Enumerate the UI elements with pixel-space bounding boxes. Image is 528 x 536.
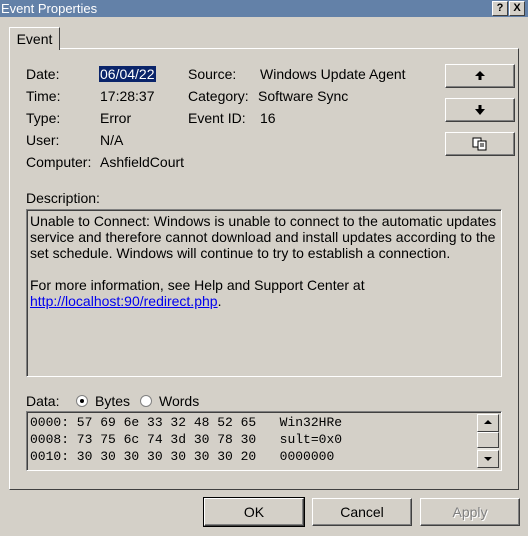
- source-value[interactable]: Windows Update Agent: [260, 66, 406, 82]
- more-info-text: For more information, see Help and Suppo…: [30, 277, 365, 293]
- arrow-down-icon: [475, 105, 485, 115]
- date-value[interactable]: 06/04/22: [99, 66, 156, 82]
- ok-button[interactable]: OK: [203, 497, 305, 527]
- next-event-button[interactable]: [445, 98, 515, 122]
- close-button[interactable]: X: [509, 1, 525, 16]
- data-line: 0008: 73 75 6c 74 3d 30 78 30 sult=0x0: [30, 432, 343, 447]
- window-title: Event Properties: [1, 1, 98, 16]
- category-value[interactable]: Software Sync: [258, 88, 348, 104]
- link-suffix: .: [217, 293, 222, 309]
- type-value[interactable]: Error: [100, 110, 131, 126]
- computer-label: Computer:: [26, 154, 92, 170]
- scroll-up-button[interactable]: [477, 414, 499, 432]
- scroll-down-button[interactable]: [477, 450, 499, 468]
- description-content: Unable to Connect: Windows is unable to …: [30, 213, 498, 309]
- category-label: Category:: [188, 88, 249, 104]
- title-bar: Event Properties ? X: [0, 0, 528, 17]
- data-label: Data:: [26, 393, 60, 409]
- user-label: User:: [26, 132, 60, 148]
- description-label: Description:: [26, 190, 100, 206]
- type-label: Type:: [26, 110, 61, 126]
- time-label: Time:: [26, 88, 61, 104]
- data-line: 0010: 30 30 30 30 30 30 30 20 0000000: [30, 449, 335, 464]
- bytes-label[interactable]: Bytes: [95, 393, 130, 409]
- scroll-thumb[interactable]: [477, 432, 499, 448]
- description-text: Unable to Connect: Windows is unable to …: [30, 213, 497, 261]
- copy-icon: [472, 137, 487, 151]
- bytes-radio[interactable]: [76, 395, 88, 407]
- help-button[interactable]: ?: [492, 1, 508, 16]
- computer-value[interactable]: AshfieldCourt: [100, 154, 184, 170]
- user-value[interactable]: N/A: [100, 132, 123, 148]
- triangle-down-icon: [484, 457, 492, 461]
- data-scrollbar[interactable]: [477, 414, 499, 468]
- data-line: 0000: 57 69 6e 33 32 48 52 65 Win32HRe: [30, 415, 343, 430]
- description-box[interactable]: Unable to Connect: Windows is unable to …: [26, 209, 502, 377]
- eventid-label: Event ID:: [188, 110, 246, 126]
- apply-button[interactable]: Apply: [420, 498, 520, 526]
- cancel-button[interactable]: Cancel: [312, 498, 412, 526]
- words-label[interactable]: Words: [159, 393, 199, 409]
- previous-event-button[interactable]: [445, 64, 515, 88]
- words-radio[interactable]: [140, 395, 152, 407]
- triangle-up-icon: [484, 420, 492, 424]
- time-value[interactable]: 17:28:37: [100, 88, 155, 104]
- event-properties-dialog: Event Properties ? X Event Date: Time: T…: [0, 0, 528, 536]
- tab-event[interactable]: Event: [9, 27, 60, 50]
- eventid-value[interactable]: 16: [260, 110, 276, 126]
- help-link[interactable]: http://localhost:90/redirect.php: [30, 293, 218, 309]
- date-label: Date:: [26, 66, 60, 82]
- data-box[interactable]: 0000: 57 69 6e 33 32 48 52 65 Win32HRe 0…: [26, 411, 502, 471]
- copy-button[interactable]: [445, 132, 515, 156]
- source-label: Source:: [188, 66, 237, 82]
- arrow-up-icon: [475, 71, 485, 80]
